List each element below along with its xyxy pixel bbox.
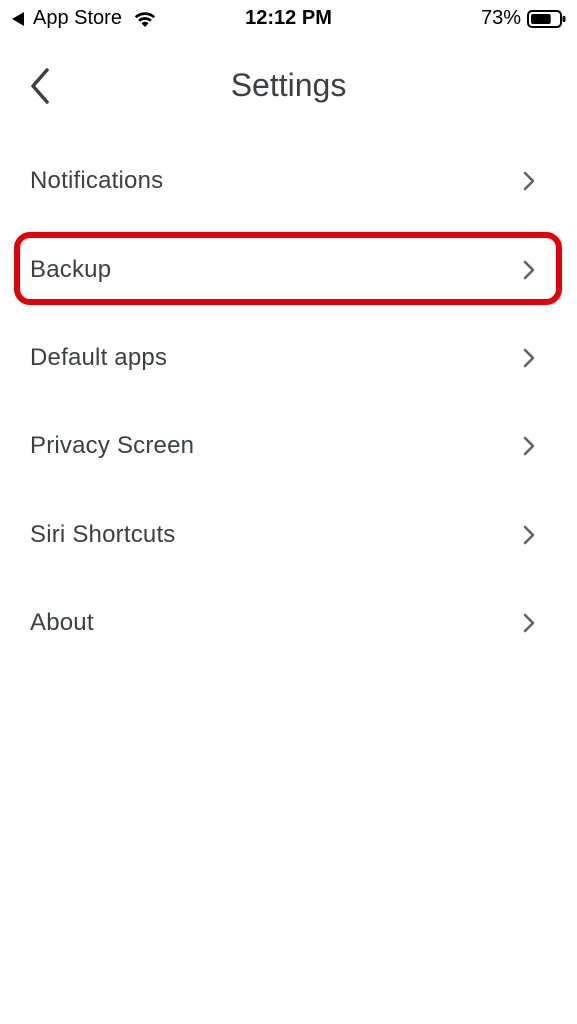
settings-item-privacy-screen[interactable]: Privacy Screen	[0, 402, 577, 490]
battery-status: 73%	[481, 7, 567, 30]
chevron-right-icon	[519, 346, 539, 370]
chevron-right-icon	[519, 523, 539, 547]
settings-item-label: Backup	[30, 255, 112, 283]
settings-item-siri-shortcuts[interactable]: Siri Shortcuts	[0, 491, 577, 579]
settings-item-label: Notifications	[30, 167, 164, 195]
settings-item-label: Default apps	[30, 343, 168, 371]
chevron-right-icon	[519, 611, 539, 635]
settings-item-label: Siri Shortcuts	[30, 520, 176, 548]
settings-item-backup[interactable]: Backup	[0, 225, 577, 313]
chevron-right-icon	[519, 169, 539, 193]
page-title: Settings	[230, 67, 347, 103]
chevron-right-icon	[519, 258, 539, 282]
battery-percent: 73%	[480, 7, 521, 29]
settings-item-label: Privacy Screen	[30, 432, 195, 460]
settings-list: Notifications Backup Default apps Privac…	[0, 137, 577, 667]
settings-item-label: About	[30, 609, 94, 637]
settings-item-default-apps[interactable]: Default apps	[0, 314, 577, 402]
battery-icon	[527, 9, 567, 29]
status-bar: App Store 12:12 PM 73%	[0, 0, 577, 38]
header: Settings	[0, 50, 577, 122]
chevron-right-icon	[519, 434, 539, 458]
settings-item-about[interactable]: About	[0, 579, 577, 667]
settings-item-notifications[interactable]: Notifications	[0, 137, 577, 225]
